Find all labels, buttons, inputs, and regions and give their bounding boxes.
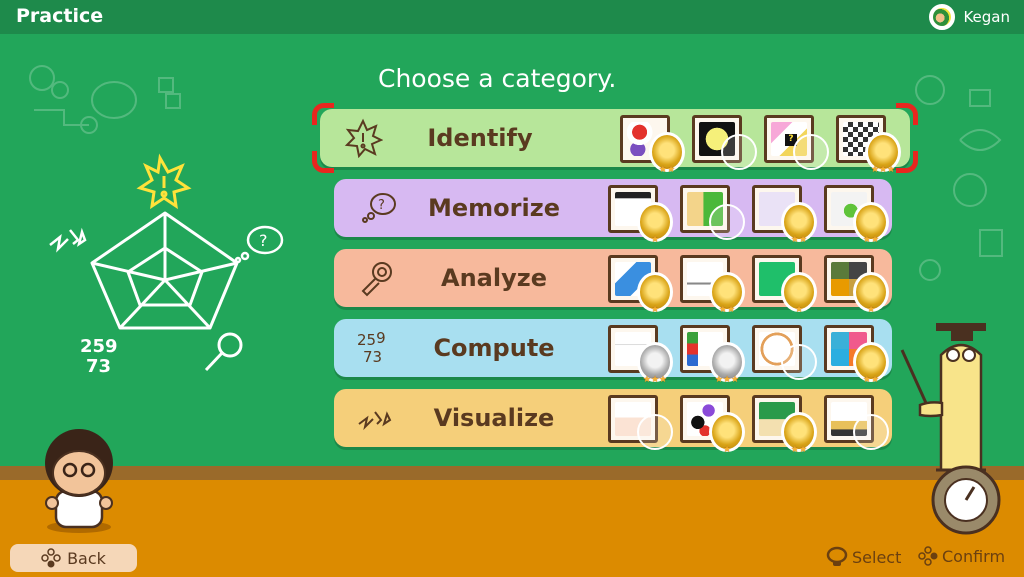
gold-medal-icon: ★★ [781,202,817,245]
gold-medal-icon: ★★ [853,202,889,245]
game-tile[interactable]: ★★ [752,395,817,455]
category-label: Memorize [428,194,560,222]
gold-medal-icon: ★ [853,272,889,315]
identify-starburst-icon [136,153,192,210]
back-label: Back [67,548,106,568]
game-tile[interactable]: ★ [824,255,889,315]
game-tile[interactable]: ★★ [824,325,889,385]
gold-medal-icon: ★★★ [865,132,901,175]
selection-bracket [312,103,334,125]
selection-bracket [312,151,334,173]
skill-radar-chart: ? 259 73 [49,153,284,377]
confirm-hint: Confirm [918,546,1005,566]
empty-medal-slot-icon [781,344,817,380]
svg-text:?: ? [259,231,268,250]
game-tile[interactable]: ★★★ [836,115,901,175]
visualize-shards-icon [49,227,87,253]
gold-medal-icon: ★ [781,272,817,315]
gold-medal-icon: ★★ [781,412,817,455]
gold-medal-icon: ★ [637,272,673,315]
game-tile[interactable]: ★★ [620,115,685,175]
category-row-visualize[interactable]: Visualize ★ ★★ [334,389,892,455]
silver-medal-icon: ★★★ [637,342,673,385]
game-tile[interactable]: ★★★ [680,325,745,385]
professor-character [900,323,1001,535]
page-title: Practice [16,5,104,27]
category-label: Identify [427,124,533,152]
controller-buttons-icon [918,546,938,566]
top-bar: Practice Kegan [0,0,1024,34]
student-character [45,429,113,533]
category-row-analyze[interactable]: Analyze ★ ★★ ★ ★ [334,249,892,315]
game-tile[interactable]: ★ [608,255,673,315]
gold-medal-icon: ★★ [649,132,685,175]
game-tile[interactable] [752,325,817,380]
chalk-doodles-right-icon [915,75,1003,281]
svg-text:73: 73 [86,356,111,377]
controller-buttons-icon [41,548,61,568]
compute-digits-icon: 259 [80,336,118,357]
game-tile[interactable] [824,395,889,450]
empty-medal-slot-icon [721,134,757,170]
category-label: Visualize [433,404,555,432]
game-tile[interactable]: ★★★ [608,325,673,385]
game-tile[interactable]: ★ [752,255,817,315]
empty-medal-slot-icon [709,204,745,240]
silver-medal-icon: ★★★ [709,342,745,385]
selection-bracket [896,103,918,125]
category-list: Identify ★★ ? ★★★ ? Memorize ★ ★★ ★★ Ana… [312,103,918,459]
memorize-thought-bubble-icon: ? [234,225,284,264]
chalkboard-ledge [0,466,1024,480]
category-label: Compute [433,334,555,362]
gold-medal-icon: ★ [637,202,673,245]
select-hint: Select [826,546,901,568]
game-tile[interactable] [608,395,673,450]
analyze-magnifier-icon [204,332,243,372]
game-tile[interactable] [692,115,757,170]
category-label: Analyze [441,264,547,292]
category-row-identify[interactable]: Identify ★★ ? ★★★ [312,103,918,175]
game-tile[interactable]: ★★ [752,185,817,245]
prompt-text: Choose a category. [378,64,617,93]
user-profile[interactable]: Kegan [929,4,1010,30]
select-label: Select [852,547,902,567]
empty-medal-slot-icon [637,414,673,450]
game-tile[interactable]: ★ [608,185,673,245]
category-row-memorize[interactable]: ? Memorize ★ ★★ ★★ [334,179,892,245]
game-tile[interactable]: ★★ [824,185,889,245]
stick-icon [826,546,848,566]
category-row-compute[interactable]: 259 73 Compute ★★★ ★★★ ★★ [334,319,892,385]
game-tile[interactable]: ? [764,115,829,170]
game-tile[interactable] [680,185,745,240]
confirm-label: Confirm [942,546,1006,566]
empty-medal-slot-icon [793,134,829,170]
gold-medal-icon: ★★ [853,342,889,385]
avatar [929,4,956,30]
empty-medal-slot-icon [853,414,889,450]
game-tile[interactable]: ★★ [680,255,745,315]
back-button[interactable]: Back [10,544,137,572]
game-tile[interactable]: ★ [680,395,745,455]
user-name: Kegan [963,8,1010,26]
gold-medal-icon: ★ [709,412,745,455]
gold-medal-icon: ★★ [709,272,745,315]
